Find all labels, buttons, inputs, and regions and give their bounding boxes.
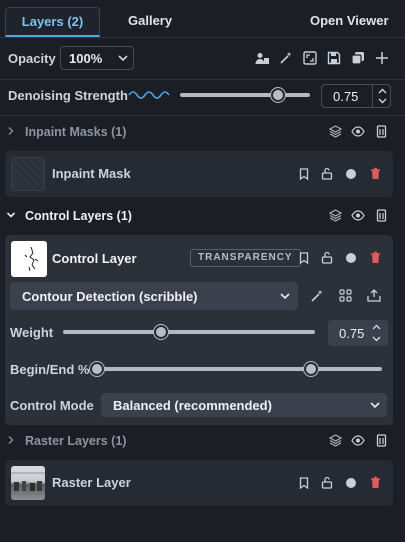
- magic-wand-icon[interactable]: [278, 51, 294, 65]
- lock-open-icon[interactable]: [321, 476, 333, 489]
- magic-wand-icon[interactable]: [310, 289, 324, 303]
- raster-layer-thumbnail: [11, 466, 45, 500]
- chevron-down-icon: [118, 55, 128, 62]
- weight-input[interactable]: 0.75: [328, 320, 388, 346]
- raster-layers-title: Raster Layers (1): [25, 434, 127, 448]
- control-layer-name[interactable]: Control Layer: [52, 251, 137, 266]
- layers-icon[interactable]: [329, 434, 342, 447]
- end-slider-thumb[interactable]: [303, 362, 318, 376]
- trash-icon[interactable]: [370, 476, 381, 489]
- inpaint-masks-title: Inpaint Masks (1): [25, 125, 127, 139]
- control-mode-value: Balanced (recommended): [113, 398, 272, 413]
- trash-icon[interactable]: [370, 167, 381, 180]
- chevron-down-icon: [370, 402, 380, 409]
- opacity-select[interactable]: 100%: [60, 46, 134, 70]
- bookmark-icon[interactable]: [299, 477, 309, 489]
- weight-slider-track[interactable]: [63, 330, 315, 334]
- upload-icon[interactable]: [367, 288, 381, 302]
- divider: [0, 115, 405, 116]
- denoising-strength-slider-thumb[interactable]: [270, 88, 285, 102]
- weight-slider-thumb[interactable]: [154, 325, 169, 339]
- delete-all-icon[interactable]: [376, 125, 387, 138]
- chevron-up-icon[interactable]: [372, 324, 381, 330]
- tab-gallery[interactable]: Gallery: [128, 7, 172, 37]
- tab-bar: Layers (2) Gallery Open Viewer: [0, 0, 405, 38]
- tab-layers[interactable]: Layers (2): [5, 7, 100, 37]
- opacity-value: 100%: [69, 51, 103, 66]
- denoising-strength-label: Denoising Strength: [8, 88, 128, 103]
- eye-icon[interactable]: [351, 126, 365, 137]
- eye-icon[interactable]: [351, 435, 365, 446]
- eye-icon[interactable]: [351, 210, 365, 221]
- denoising-strength-input[interactable]: 0.75: [321, 84, 391, 108]
- stepper: [372, 85, 391, 107]
- plus-icon[interactable]: [374, 50, 390, 66]
- bookmark-icon[interactable]: [299, 168, 309, 180]
- bookmark-icon[interactable]: [299, 252, 309, 264]
- inpaint-masks-section-header[interactable]: Inpaint Masks (1): [0, 118, 405, 146]
- control-layer-thumbnail: [11, 241, 47, 277]
- control-mode-label: Control Mode: [10, 398, 94, 413]
- raster-layer-card[interactable]: Raster Layer: [5, 460, 393, 506]
- denoising-strength-value: 0.75: [333, 89, 359, 104]
- opacity-label: Opacity: [8, 51, 56, 66]
- lock-open-icon[interactable]: [321, 251, 333, 264]
- inpaint-mask-layer-card[interactable]: Inpaint Mask: [5, 151, 393, 197]
- chevron-down-icon[interactable]: [372, 336, 381, 342]
- toggle-visibility-dot[interactable]: [346, 478, 356, 488]
- toggle-visibility-dot[interactable]: [346, 169, 356, 179]
- chevron-up-icon[interactable]: [378, 88, 387, 94]
- control-model-select[interactable]: Contour Detection (scribble): [10, 282, 298, 310]
- weight-value: 0.75: [339, 326, 365, 341]
- weight-label: Weight: [10, 325, 54, 340]
- delete-all-icon[interactable]: [376, 209, 387, 222]
- begin-end-label: Begin/End %: [10, 362, 90, 377]
- inpaint-mask-name[interactable]: Inpaint Mask: [52, 166, 131, 181]
- delete-all-icon[interactable]: [376, 434, 387, 447]
- layers-icon[interactable]: [329, 209, 342, 222]
- chevron-right-icon: [8, 126, 14, 136]
- fit-to-bbox-icon[interactable]: [302, 51, 318, 65]
- layers-icon[interactable]: [329, 125, 342, 138]
- begin-slider-thumb[interactable]: [90, 362, 104, 376]
- control-layers-title: Control Layers (1): [25, 209, 132, 223]
- control-layers-section-header[interactable]: Control Layers (1): [0, 202, 405, 230]
- raster-layers-section-header[interactable]: Raster Layers (1): [0, 427, 405, 455]
- noise-wave-icon: [128, 91, 170, 99]
- trash-icon[interactable]: [370, 251, 381, 264]
- control-mode-select[interactable]: Balanced (recommended): [101, 393, 387, 417]
- toggle-visibility-dot[interactable]: [346, 253, 356, 263]
- copy-icon[interactable]: [350, 51, 366, 65]
- lock-open-icon[interactable]: [321, 167, 333, 180]
- processor-icon[interactable]: [339, 289, 352, 302]
- control-model-value: Contour Detection (scribble): [22, 289, 198, 304]
- raster-layer-name[interactable]: Raster Layer: [52, 475, 131, 490]
- chevron-right-icon: [8, 435, 14, 445]
- chevron-down-icon: [6, 212, 16, 218]
- chevron-down-icon[interactable]: [378, 98, 387, 104]
- chevron-down-icon: [280, 293, 290, 300]
- open-viewer-button[interactable]: Open Viewer: [310, 7, 389, 37]
- divider: [0, 79, 405, 80]
- denoising-strength-slider-track[interactable]: [180, 93, 310, 97]
- begin-end-slider-track[interactable]: [97, 367, 382, 371]
- save-icon[interactable]: [326, 51, 342, 65]
- users-icon[interactable]: [254, 51, 270, 65]
- control-layer-card[interactable]: Control Layer TRANSPARENCY Contour Detec…: [5, 235, 393, 425]
- inpaint-mask-thumbnail: [11, 157, 45, 191]
- transparency-badge[interactable]: TRANSPARENCY: [190, 249, 301, 267]
